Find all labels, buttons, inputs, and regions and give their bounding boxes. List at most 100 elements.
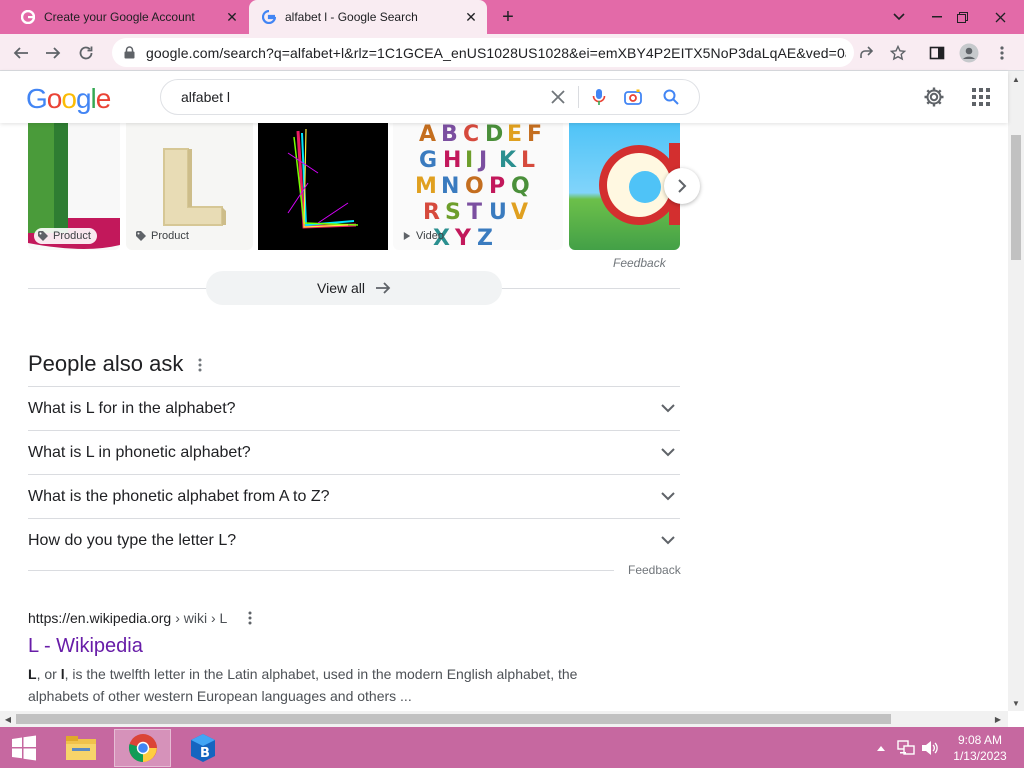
- horizontal-scrollbar[interactable]: ◀ ▶: [0, 711, 1008, 727]
- app-b-taskbar-icon[interactable]: B: [178, 729, 228, 767]
- start-button[interactable]: [0, 729, 48, 767]
- forward-arrow-icon[interactable]: [40, 40, 66, 66]
- horizontal-scroll-thumb[interactable]: [16, 714, 891, 724]
- product-label: Product: [34, 228, 97, 244]
- svg-text:L: L: [521, 148, 535, 173]
- clock-time: 9:08 AM: [957, 733, 1003, 747]
- more-options-icon[interactable]: [192, 355, 208, 375]
- image-thumbnail-neon-l[interactable]: [258, 123, 388, 250]
- paa-question-text: What is L for in the alphabet?: [28, 399, 236, 417]
- clock-date: 1/13/2023: [953, 749, 1007, 763]
- tab-create-account[interactable]: Create your Google Account ✕: [8, 0, 248, 34]
- profile-avatar-icon[interactable]: [956, 40, 982, 66]
- chevron-down-icon: [656, 485, 680, 509]
- volume-icon[interactable]: [920, 727, 940, 768]
- show-hidden-icons-chevron-icon[interactable]: [874, 727, 888, 768]
- scroll-right-arrow-icon[interactable]: ▶: [994, 715, 1002, 724]
- svg-text:P: P: [489, 174, 505, 199]
- more-options-icon[interactable]: [243, 610, 257, 626]
- address-bar[interactable]: google.com/search?q=alfabet+l&rlz=1C1GCE…: [112, 38, 854, 67]
- system-clock[interactable]: 9:08 AM 1/13/2023: [948, 732, 1012, 764]
- scroll-down-arrow-icon[interactable]: ▼: [1012, 699, 1020, 708]
- chrome-menu-icon[interactable]: [989, 40, 1015, 66]
- paa-question[interactable]: What is L in phonetic alphabet?: [28, 430, 680, 474]
- apps-grid-icon[interactable]: [969, 85, 993, 109]
- result-title-link[interactable]: L - Wikipedia: [28, 635, 143, 658]
- google-logo[interactable]: Google: [26, 83, 111, 115]
- chevron-right-icon: [678, 179, 687, 193]
- image-thumbnail-green-l[interactable]: Product: [28, 123, 120, 250]
- result-cite[interactable]: https://en.wikipedia.org › wiki › L: [28, 610, 257, 626]
- share-icon[interactable]: [853, 40, 879, 66]
- windows-logo-icon: [12, 735, 36, 761]
- tag-icon: [136, 231, 146, 241]
- paa-question[interactable]: What is L for in the alphabet?: [28, 386, 680, 430]
- scroll-left-arrow-icon[interactable]: ◀: [4, 715, 12, 724]
- clear-icon[interactable]: [544, 83, 572, 111]
- svg-text:C: C: [463, 123, 479, 147]
- divider: [28, 570, 614, 571]
- close-icon[interactable]: ✕: [222, 7, 242, 27]
- file-explorer-taskbar-icon[interactable]: [56, 729, 106, 767]
- cite-path: › wiki › L: [175, 610, 228, 626]
- tab-title: Create your Google Account: [44, 10, 195, 24]
- svg-text:E: E: [507, 123, 522, 147]
- close-icon[interactable]: ✕: [461, 7, 481, 27]
- video-label: Video: [399, 228, 450, 244]
- vertical-scrollbar[interactable]: ▲ ▼: [1008, 71, 1024, 711]
- paa-question-text: How do you type the letter L?: [28, 531, 237, 549]
- scroll-up-arrow-icon[interactable]: ▲: [1012, 75, 1020, 84]
- image-thumbnail-alphabet[interactable]: ABCDEF GHIJKL MNOPQ RSTUV XYZ Video: [393, 123, 563, 250]
- result-snippet: L, or l, is the twelfth letter in the La…: [28, 663, 588, 707]
- settings-gear-icon[interactable]: [922, 85, 946, 109]
- paa-question[interactable]: How do you type the letter L?: [28, 518, 680, 562]
- microphone-icon[interactable]: [585, 83, 613, 111]
- svg-text:D: D: [485, 123, 503, 147]
- svg-text:A: A: [419, 123, 436, 147]
- tab-search-chevron-icon[interactable]: [882, 0, 916, 34]
- bookmark-star-icon[interactable]: [885, 40, 911, 66]
- svg-text:Z: Z: [477, 226, 493, 250]
- lock-icon[interactable]: [122, 46, 136, 60]
- svg-text:I: I: [465, 148, 473, 173]
- close-window-button[interactable]: [980, 0, 1020, 34]
- product-label: Product: [132, 228, 195, 244]
- back-arrow-icon[interactable]: [8, 40, 34, 66]
- snippet-text: , or: [36, 666, 61, 682]
- network-icon[interactable]: [896, 727, 916, 768]
- svg-text:H: H: [443, 148, 461, 173]
- tab-title: alfabet l - Google Search: [285, 10, 418, 24]
- svg-text:K: K: [499, 148, 517, 173]
- reload-icon[interactable]: [73, 40, 99, 66]
- image-thumbnail-wooden-l[interactable]: Product: [126, 123, 253, 250]
- svg-text:N: N: [441, 174, 459, 199]
- tag-icon: [38, 231, 48, 241]
- chevron-down-icon: [656, 397, 680, 421]
- svg-text:J: J: [477, 148, 487, 173]
- svg-text:T: T: [467, 200, 482, 225]
- search-icon[interactable]: [657, 83, 685, 111]
- svg-text:B: B: [441, 123, 458, 147]
- svg-text:Y: Y: [454, 226, 472, 250]
- chrome-taskbar-icon[interactable]: [114, 729, 171, 767]
- windows-taskbar: B 9:08 AM 1/13/2023: [0, 727, 1024, 768]
- side-panel-icon[interactable]: [924, 40, 950, 66]
- lens-camera-icon[interactable]: [619, 83, 647, 111]
- carousel-next-button[interactable]: [664, 168, 700, 204]
- tab-google-search[interactable]: alfabet l - Google Search ✕: [249, 0, 487, 34]
- view-all-button[interactable]: View all: [206, 271, 502, 305]
- paa-question-text: What is L in phonetic alphabet?: [28, 443, 251, 461]
- search-input[interactable]: alfabet l: [181, 89, 544, 105]
- paa-feedback-link[interactable]: Feedback: [628, 563, 681, 577]
- restore-button[interactable]: [945, 0, 979, 34]
- google-favicon-icon: [261, 9, 277, 25]
- images-feedback-link[interactable]: Feedback: [613, 256, 666, 270]
- url-text: google.com/search?q=alfabet+l&rlz=1C1GCE…: [146, 44, 846, 61]
- paa-question[interactable]: What is the phonetic alphabet from A to …: [28, 474, 680, 518]
- cite-domain: https://en.wikipedia.org: [28, 610, 172, 626]
- svg-text:B: B: [200, 746, 210, 761]
- snippet-text: , is the twelfth letter in the Latin alp…: [28, 666, 578, 704]
- search-box[interactable]: alfabet l: [160, 79, 700, 115]
- vertical-scroll-thumb[interactable]: [1011, 135, 1021, 260]
- new-tab-button[interactable]: +: [496, 6, 520, 28]
